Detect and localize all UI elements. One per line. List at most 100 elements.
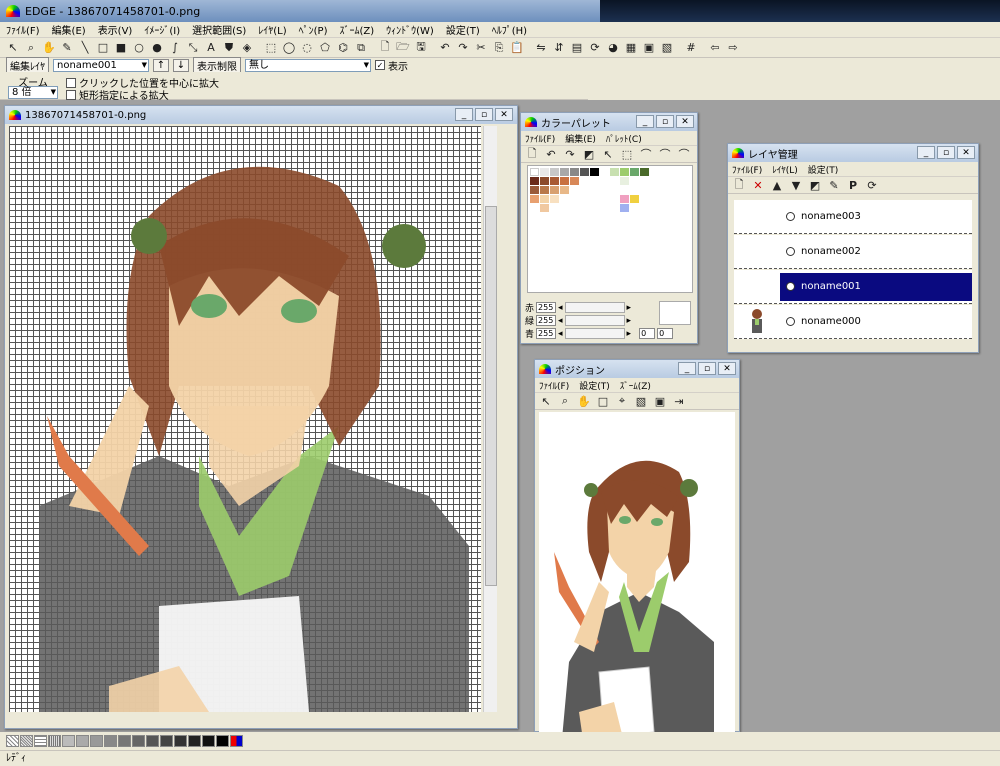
extra-value-2[interactable]: 0 bbox=[657, 328, 674, 339]
move-layer-up-icon[interactable]: ▲ bbox=[770, 178, 784, 192]
menu-file[interactable]: ﾌｧｲﾙ(F) bbox=[0, 22, 46, 37]
menu-help[interactable]: ﾍﾙﾌﾟ(H) bbox=[486, 22, 533, 37]
resize-icon[interactable]: ▤ bbox=[569, 40, 585, 56]
magic-select-icon[interactable]: ⌬ bbox=[335, 40, 351, 56]
move-select-icon[interactable]: ⧉ bbox=[353, 40, 369, 56]
polygon-select-icon[interactable]: ⬠ bbox=[317, 40, 333, 56]
menu-layer[interactable]: ﾚｲﾔ(L) bbox=[252, 22, 292, 37]
layer-menu-settings[interactable]: 設定(T) bbox=[808, 163, 839, 176]
click-center-zoom-checkbox[interactable] bbox=[66, 77, 76, 88]
rect-select-icon[interactable]: ⬚ bbox=[263, 40, 279, 56]
line-icon[interactable]: ╲ bbox=[77, 40, 93, 56]
image-color-icon[interactable]: ▧ bbox=[634, 394, 648, 408]
position-preview[interactable] bbox=[539, 412, 735, 766]
layer-menu-file[interactable]: ﾌｧｲﾙ(F) bbox=[732, 163, 762, 176]
layer-up-button[interactable]: ↑ bbox=[153, 58, 169, 72]
layer-item[interactable]: noname000 bbox=[734, 305, 972, 339]
position-menu-zoom[interactable]: ｽﾞｰﾑ(Z) bbox=[620, 379, 651, 392]
blue-slider[interactable] bbox=[564, 328, 625, 339]
new-file-icon[interactable]: 🗋 bbox=[377, 40, 393, 56]
palette-window-titlebar[interactable]: カラーパレット _ ▫ ✕ bbox=[521, 113, 697, 131]
film-icon[interactable]: ▦ bbox=[623, 40, 639, 56]
layer-property-icon[interactable]: P bbox=[846, 178, 860, 192]
ellipse-icon[interactable]: ○ bbox=[131, 40, 147, 56]
layer-down-button[interactable]: ↓ bbox=[173, 58, 189, 72]
palette-menu-palette[interactable]: ﾊﾟﾚｯﾄ(C) bbox=[606, 132, 642, 145]
green-increase-icon[interactable]: ▸ bbox=[627, 316, 632, 326]
green-value-input[interactable]: 255 bbox=[536, 315, 557, 326]
pattern-swatch[interactable] bbox=[48, 735, 61, 747]
pattern-swatch[interactable] bbox=[146, 735, 159, 747]
select-arrow-icon[interactable]: ↖ bbox=[539, 394, 553, 408]
close-icon[interactable]: ✕ bbox=[957, 146, 975, 159]
layer-menu-layer[interactable]: ﾚｲﾔ(L) bbox=[772, 163, 798, 176]
redo-icon[interactable]: ↷ bbox=[563, 147, 577, 161]
menu-window[interactable]: ｳｨﾝﾄﾞｳ(W) bbox=[380, 22, 440, 37]
close-icon[interactable]: ✕ bbox=[718, 362, 736, 375]
image-icon[interactable]: ▧ bbox=[659, 40, 675, 56]
drawing-canvas[interactable] bbox=[9, 126, 481, 712]
pattern-swatch[interactable] bbox=[20, 735, 33, 747]
undo-icon[interactable]: ↶ bbox=[544, 147, 558, 161]
position-menu-settings[interactable]: 設定(T) bbox=[579, 379, 610, 392]
select-arrow-icon[interactable]: ↖ bbox=[5, 40, 21, 56]
pattern-swatch[interactable] bbox=[104, 735, 117, 747]
red-value-input[interactable]: 255 bbox=[536, 302, 557, 313]
zoom-icon[interactable]: ⌕ bbox=[558, 394, 572, 408]
menu-selection[interactable]: 選択範囲(S) bbox=[186, 22, 252, 37]
layer-edit-icon[interactable]: ✎ bbox=[827, 178, 841, 192]
pattern-swatch[interactable] bbox=[118, 735, 131, 747]
ellipse-select-icon[interactable]: ◯ bbox=[281, 40, 297, 56]
cut-icon[interactable]: ✂ bbox=[473, 40, 489, 56]
pattern-swatch[interactable] bbox=[202, 735, 215, 747]
bucket-icon[interactable]: ◈ bbox=[239, 40, 255, 56]
rect-zoom-option[interactable]: 矩形指定による拡大 bbox=[66, 87, 169, 102]
maximize-icon[interactable]: ▫ bbox=[937, 146, 955, 159]
color-wheel-icon[interactable]: ◕ bbox=[605, 40, 621, 56]
menu-pen[interactable]: ﾍﾟﾝ(P) bbox=[293, 22, 334, 37]
copy-icon[interactable]: ⎘ bbox=[491, 40, 507, 56]
blue-value-input[interactable]: 255 bbox=[536, 328, 557, 339]
layer-radio-icon[interactable] bbox=[786, 317, 795, 326]
undo-icon[interactable]: ↶ bbox=[437, 40, 453, 56]
flip-vertical-icon[interactable]: ⇵ bbox=[551, 40, 567, 56]
gradient2-icon[interactable]: ⌒ bbox=[658, 147, 672, 161]
menu-settings[interactable]: 設定(T) bbox=[440, 22, 486, 37]
pattern-swatch[interactable] bbox=[34, 735, 47, 747]
rect-zoom-checkbox[interactable] bbox=[66, 89, 76, 100]
rotate-icon[interactable]: ⟳ bbox=[587, 40, 603, 56]
layer-item-selected[interactable]: noname001 bbox=[734, 270, 972, 304]
pen-icon[interactable]: ✎ bbox=[59, 40, 75, 56]
pin-icon[interactable]: ⇥ bbox=[672, 394, 686, 408]
pattern-swatch[interactable] bbox=[174, 735, 187, 747]
zoom-select[interactable]: 8 倍 bbox=[8, 86, 58, 99]
menu-view[interactable]: 表示(V) bbox=[92, 22, 139, 37]
save-icon[interactable]: 🖫 bbox=[413, 40, 429, 56]
color-swap-icon[interactable]: ◩ bbox=[582, 147, 596, 161]
layer-color-icon[interactable]: ◩ bbox=[808, 178, 822, 192]
new-layer-icon[interactable]: 🗋 bbox=[732, 178, 746, 192]
move-layer-down-icon[interactable]: ▼ bbox=[789, 178, 803, 192]
color-swap-swatch[interactable] bbox=[230, 735, 243, 747]
maximize-icon[interactable]: ▫ bbox=[698, 362, 716, 375]
layer-item[interactable]: noname002 bbox=[734, 235, 972, 269]
palette-menu-file[interactable]: ﾌｧｲﾙ(F) bbox=[525, 132, 555, 145]
canvas-vertical-scrollbar[interactable] bbox=[483, 126, 497, 712]
minimize-icon[interactable]: _ bbox=[636, 115, 654, 128]
blue-decrease-icon[interactable]: ◂ bbox=[558, 329, 563, 339]
palette-menu-edit[interactable]: 編集(E) bbox=[565, 132, 596, 145]
filled-rectangle-icon[interactable]: ■ bbox=[113, 40, 129, 56]
paste-icon[interactable]: 📋 bbox=[509, 40, 525, 56]
delete-layer-icon[interactable]: ✕ bbox=[751, 178, 765, 192]
text-icon[interactable]: A bbox=[203, 40, 219, 56]
pick-icon[interactable]: ↖ bbox=[601, 147, 615, 161]
pattern-swatch[interactable] bbox=[62, 735, 75, 747]
gradient-icon[interactable]: ⌒ bbox=[639, 147, 653, 161]
hand-icon[interactable]: ✋ bbox=[41, 40, 57, 56]
menu-edit[interactable]: 編集(E) bbox=[46, 22, 92, 37]
menu-image[interactable]: ｲﾒｰｼﾞ(I) bbox=[138, 22, 186, 37]
display-checkbox[interactable]: ✓ bbox=[375, 60, 385, 70]
layer-radio-icon[interactable] bbox=[786, 282, 795, 291]
layer-radio-icon[interactable] bbox=[786, 212, 795, 221]
redo-icon[interactable]: ↷ bbox=[455, 40, 471, 56]
